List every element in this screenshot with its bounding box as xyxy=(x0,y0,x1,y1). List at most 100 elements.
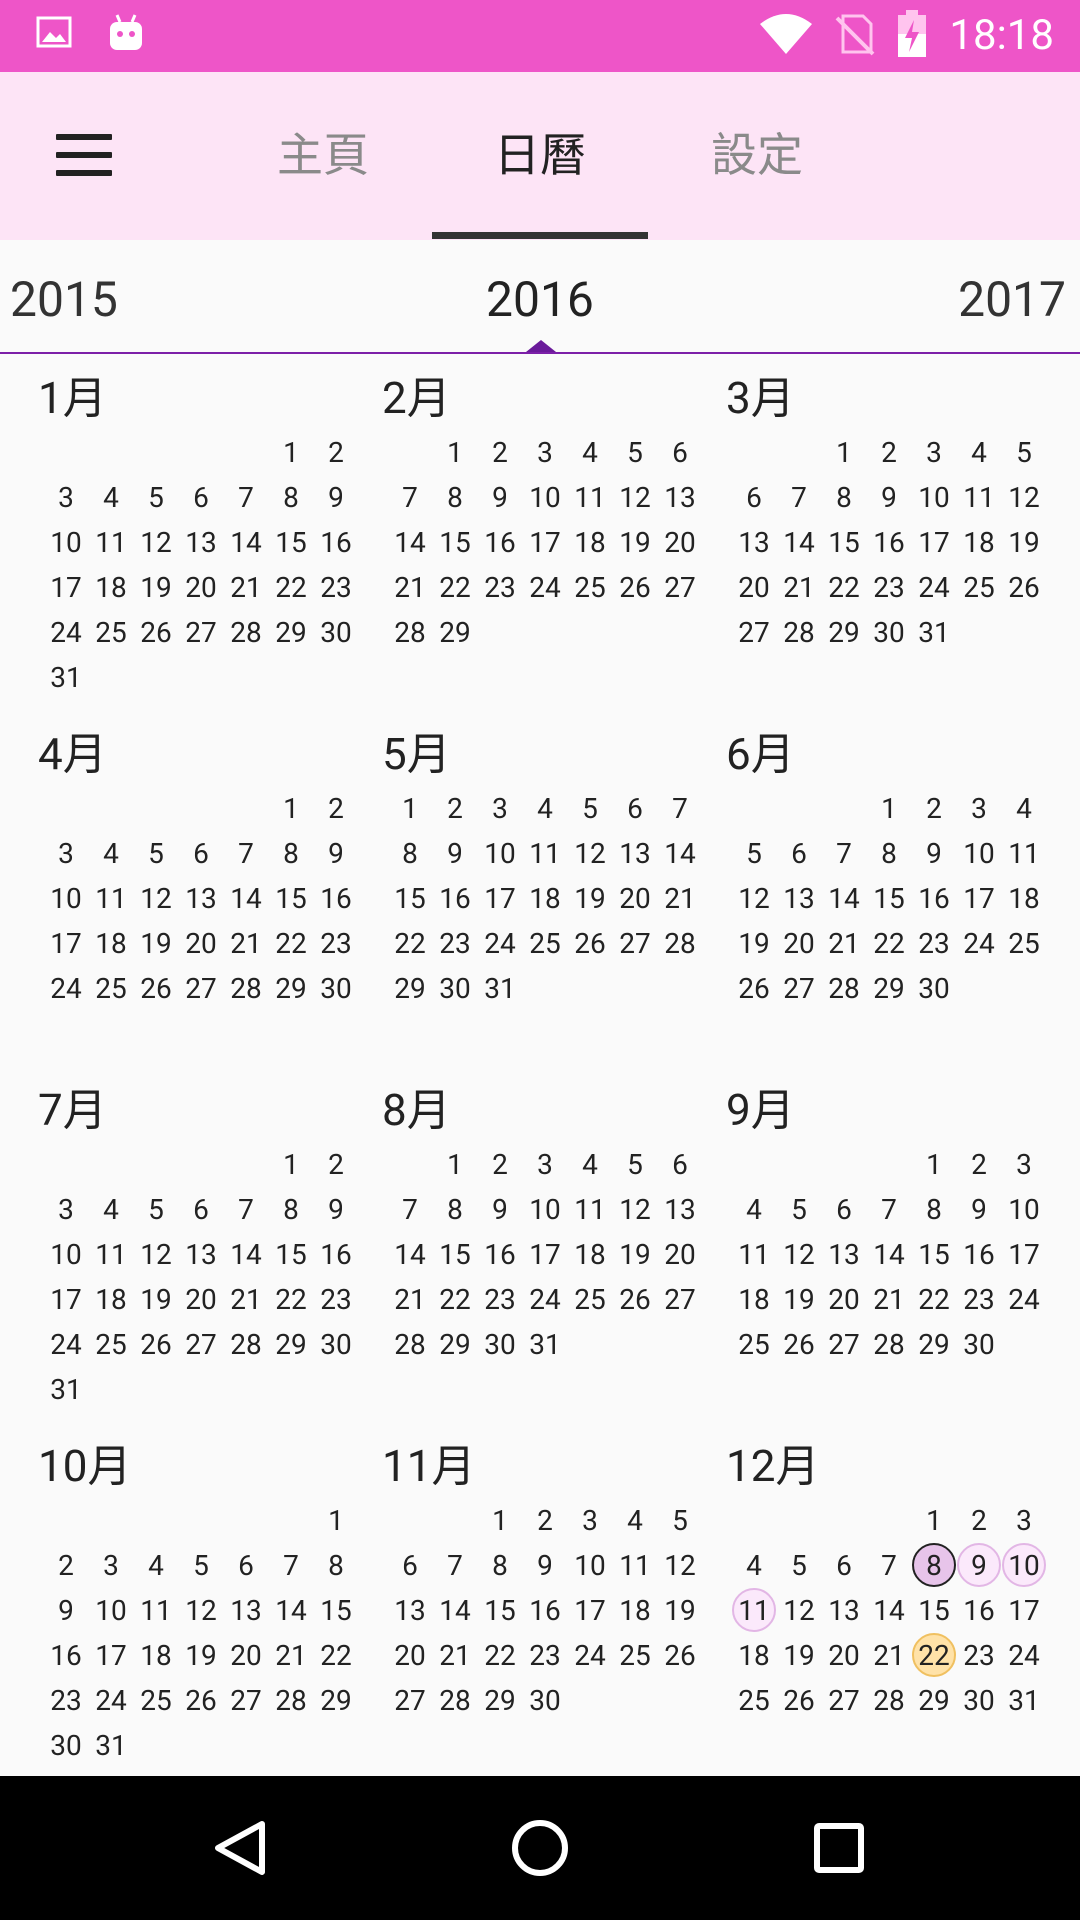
day-cell[interactable]: 26 xyxy=(134,1322,178,1366)
day-cell[interactable]: 9 xyxy=(314,475,358,519)
day-cell[interactable]: 28 xyxy=(822,966,866,1010)
day-cell[interactable]: 18 xyxy=(568,1232,612,1276)
month-title[interactable]: 4月 xyxy=(38,726,107,782)
day-cell[interactable]: 25 xyxy=(89,1322,133,1366)
day-cell[interactable]: 29 xyxy=(269,966,313,1010)
day-cell[interactable]: 13 xyxy=(224,1588,268,1632)
day-cell[interactable]: 15 xyxy=(433,520,477,564)
day-cell[interactable]: 8 xyxy=(269,475,313,519)
day-cell[interactable]: 23 xyxy=(523,1633,567,1677)
day-cell[interactable]: 6 xyxy=(179,831,223,875)
tab-calendar[interactable]: 日曆 xyxy=(474,120,606,192)
day-cell[interactable]: 20 xyxy=(822,1277,866,1321)
day-cell[interactable]: 18 xyxy=(523,876,567,920)
day-cell[interactable]: 27 xyxy=(179,610,223,654)
day-cell[interactable]: 30 xyxy=(957,1678,1001,1722)
day-cell[interactable]: 13 xyxy=(658,475,702,519)
day-cell[interactable]: 11 xyxy=(568,475,612,519)
day-cell[interactable]: 23 xyxy=(957,1633,1001,1677)
day-cell[interactable]: 5 xyxy=(1002,430,1046,474)
day-cell[interactable]: 2 xyxy=(957,1498,1001,1542)
day-cell[interactable]: 13 xyxy=(777,876,821,920)
day-cell[interactable]: 12 xyxy=(777,1232,821,1276)
day-cell[interactable]: 14 xyxy=(867,1232,911,1276)
day-cell[interactable]: 16 xyxy=(478,1232,522,1276)
day-cell[interactable]: 22 xyxy=(314,1633,358,1677)
day-cell[interactable]: 23 xyxy=(478,1277,522,1321)
day-cell[interactable]: 2 xyxy=(912,786,956,830)
day-cell[interactable]: 14 xyxy=(658,831,702,875)
day-cell[interactable]: 8 xyxy=(269,1187,313,1231)
day-cell[interactable]: 29 xyxy=(867,966,911,1010)
day-cell[interactable]: 9 xyxy=(478,1187,522,1231)
day-cell-marked[interactable]: 10 xyxy=(1002,1543,1046,1587)
year-current[interactable]: 2016 xyxy=(486,270,594,330)
day-cell[interactable]: 27 xyxy=(777,966,821,1010)
day-cell[interactable]: 10 xyxy=(44,520,88,564)
day-cell[interactable]: 7 xyxy=(822,831,866,875)
day-cell[interactable]: 21 xyxy=(867,1633,911,1677)
day-cell[interactable]: 13 xyxy=(822,1588,866,1632)
day-cell[interactable]: 21 xyxy=(388,1277,432,1321)
day-cell[interactable]: 11 xyxy=(957,475,1001,519)
day-cell[interactable]: 6 xyxy=(822,1543,866,1587)
day-cell[interactable]: 1 xyxy=(478,1498,522,1542)
day-cell[interactable]: 18 xyxy=(732,1277,776,1321)
day-cell[interactable]: 7 xyxy=(269,1543,313,1587)
day-cell[interactable]: 24 xyxy=(912,565,956,609)
day-cell[interactable]: 27 xyxy=(388,1678,432,1722)
day-cell[interactable]: 22 xyxy=(433,1277,477,1321)
day-cell[interactable]: 14 xyxy=(224,876,268,920)
day-cell[interactable]: 27 xyxy=(822,1322,866,1366)
day-cell[interactable]: 7 xyxy=(867,1187,911,1231)
day-cell[interactable]: 5 xyxy=(179,1543,223,1587)
day-cell[interactable]: 2 xyxy=(523,1498,567,1542)
day-cell[interactable]: 24 xyxy=(89,1678,133,1722)
day-cell[interactable]: 15 xyxy=(912,1588,956,1632)
day-cell[interactable]: 19 xyxy=(777,1277,821,1321)
day-cell[interactable]: 23 xyxy=(314,921,358,965)
day-cell[interactable]: 14 xyxy=(867,1588,911,1632)
day-cell[interactable]: 2 xyxy=(867,430,911,474)
day-cell[interactable]: 30 xyxy=(957,1322,1001,1366)
month-title[interactable]: 10月 xyxy=(38,1438,131,1494)
day-cell[interactable]: 1 xyxy=(269,430,313,474)
day-cell[interactable]: 17 xyxy=(44,921,88,965)
day-cell[interactable]: 25 xyxy=(523,921,567,965)
day-cell[interactable]: 13 xyxy=(613,831,657,875)
day-cell[interactable]: 27 xyxy=(613,921,657,965)
day-cell[interactable]: 2 xyxy=(314,430,358,474)
day-cell[interactable]: 10 xyxy=(523,1187,567,1231)
day-cell-event[interactable]: 22 xyxy=(912,1633,956,1677)
day-cell[interactable]: 12 xyxy=(777,1588,821,1632)
day-cell[interactable]: 19 xyxy=(613,520,657,564)
day-cell[interactable]: 1 xyxy=(912,1142,956,1186)
day-cell[interactable]: 23 xyxy=(957,1277,1001,1321)
day-cell[interactable]: 11 xyxy=(1002,831,1046,875)
day-cell[interactable]: 14 xyxy=(822,876,866,920)
day-cell[interactable]: 18 xyxy=(89,1277,133,1321)
day-cell[interactable]: 13 xyxy=(388,1588,432,1632)
tab-home[interactable]: 主頁 xyxy=(262,120,384,192)
day-cell[interactable]: 6 xyxy=(658,430,702,474)
day-cell[interactable]: 30 xyxy=(867,610,911,654)
day-cell[interactable]: 6 xyxy=(388,1543,432,1587)
day-cell[interactable]: 18 xyxy=(89,921,133,965)
day-cell[interactable]: 3 xyxy=(1002,1142,1046,1186)
day-cell[interactable]: 2 xyxy=(314,786,358,830)
day-cell[interactable]: 25 xyxy=(568,565,612,609)
day-cell[interactable]: 10 xyxy=(568,1543,612,1587)
day-cell[interactable]: 8 xyxy=(433,1187,477,1231)
day-cell[interactable]: 1 xyxy=(433,430,477,474)
day-cell[interactable]: 22 xyxy=(269,565,313,609)
day-cell[interactable]: 24 xyxy=(523,1277,567,1321)
day-cell[interactable]: 31 xyxy=(523,1322,567,1366)
day-cell[interactable]: 26 xyxy=(1002,565,1046,609)
day-cell[interactable]: 21 xyxy=(822,921,866,965)
day-cell[interactable]: 3 xyxy=(478,786,522,830)
day-cell[interactable]: 15 xyxy=(912,1232,956,1276)
day-cell[interactable]: 29 xyxy=(269,1322,313,1366)
day-cell[interactable]: 11 xyxy=(89,520,133,564)
day-cell[interactable]: 19 xyxy=(777,1633,821,1677)
day-cell[interactable]: 15 xyxy=(867,876,911,920)
